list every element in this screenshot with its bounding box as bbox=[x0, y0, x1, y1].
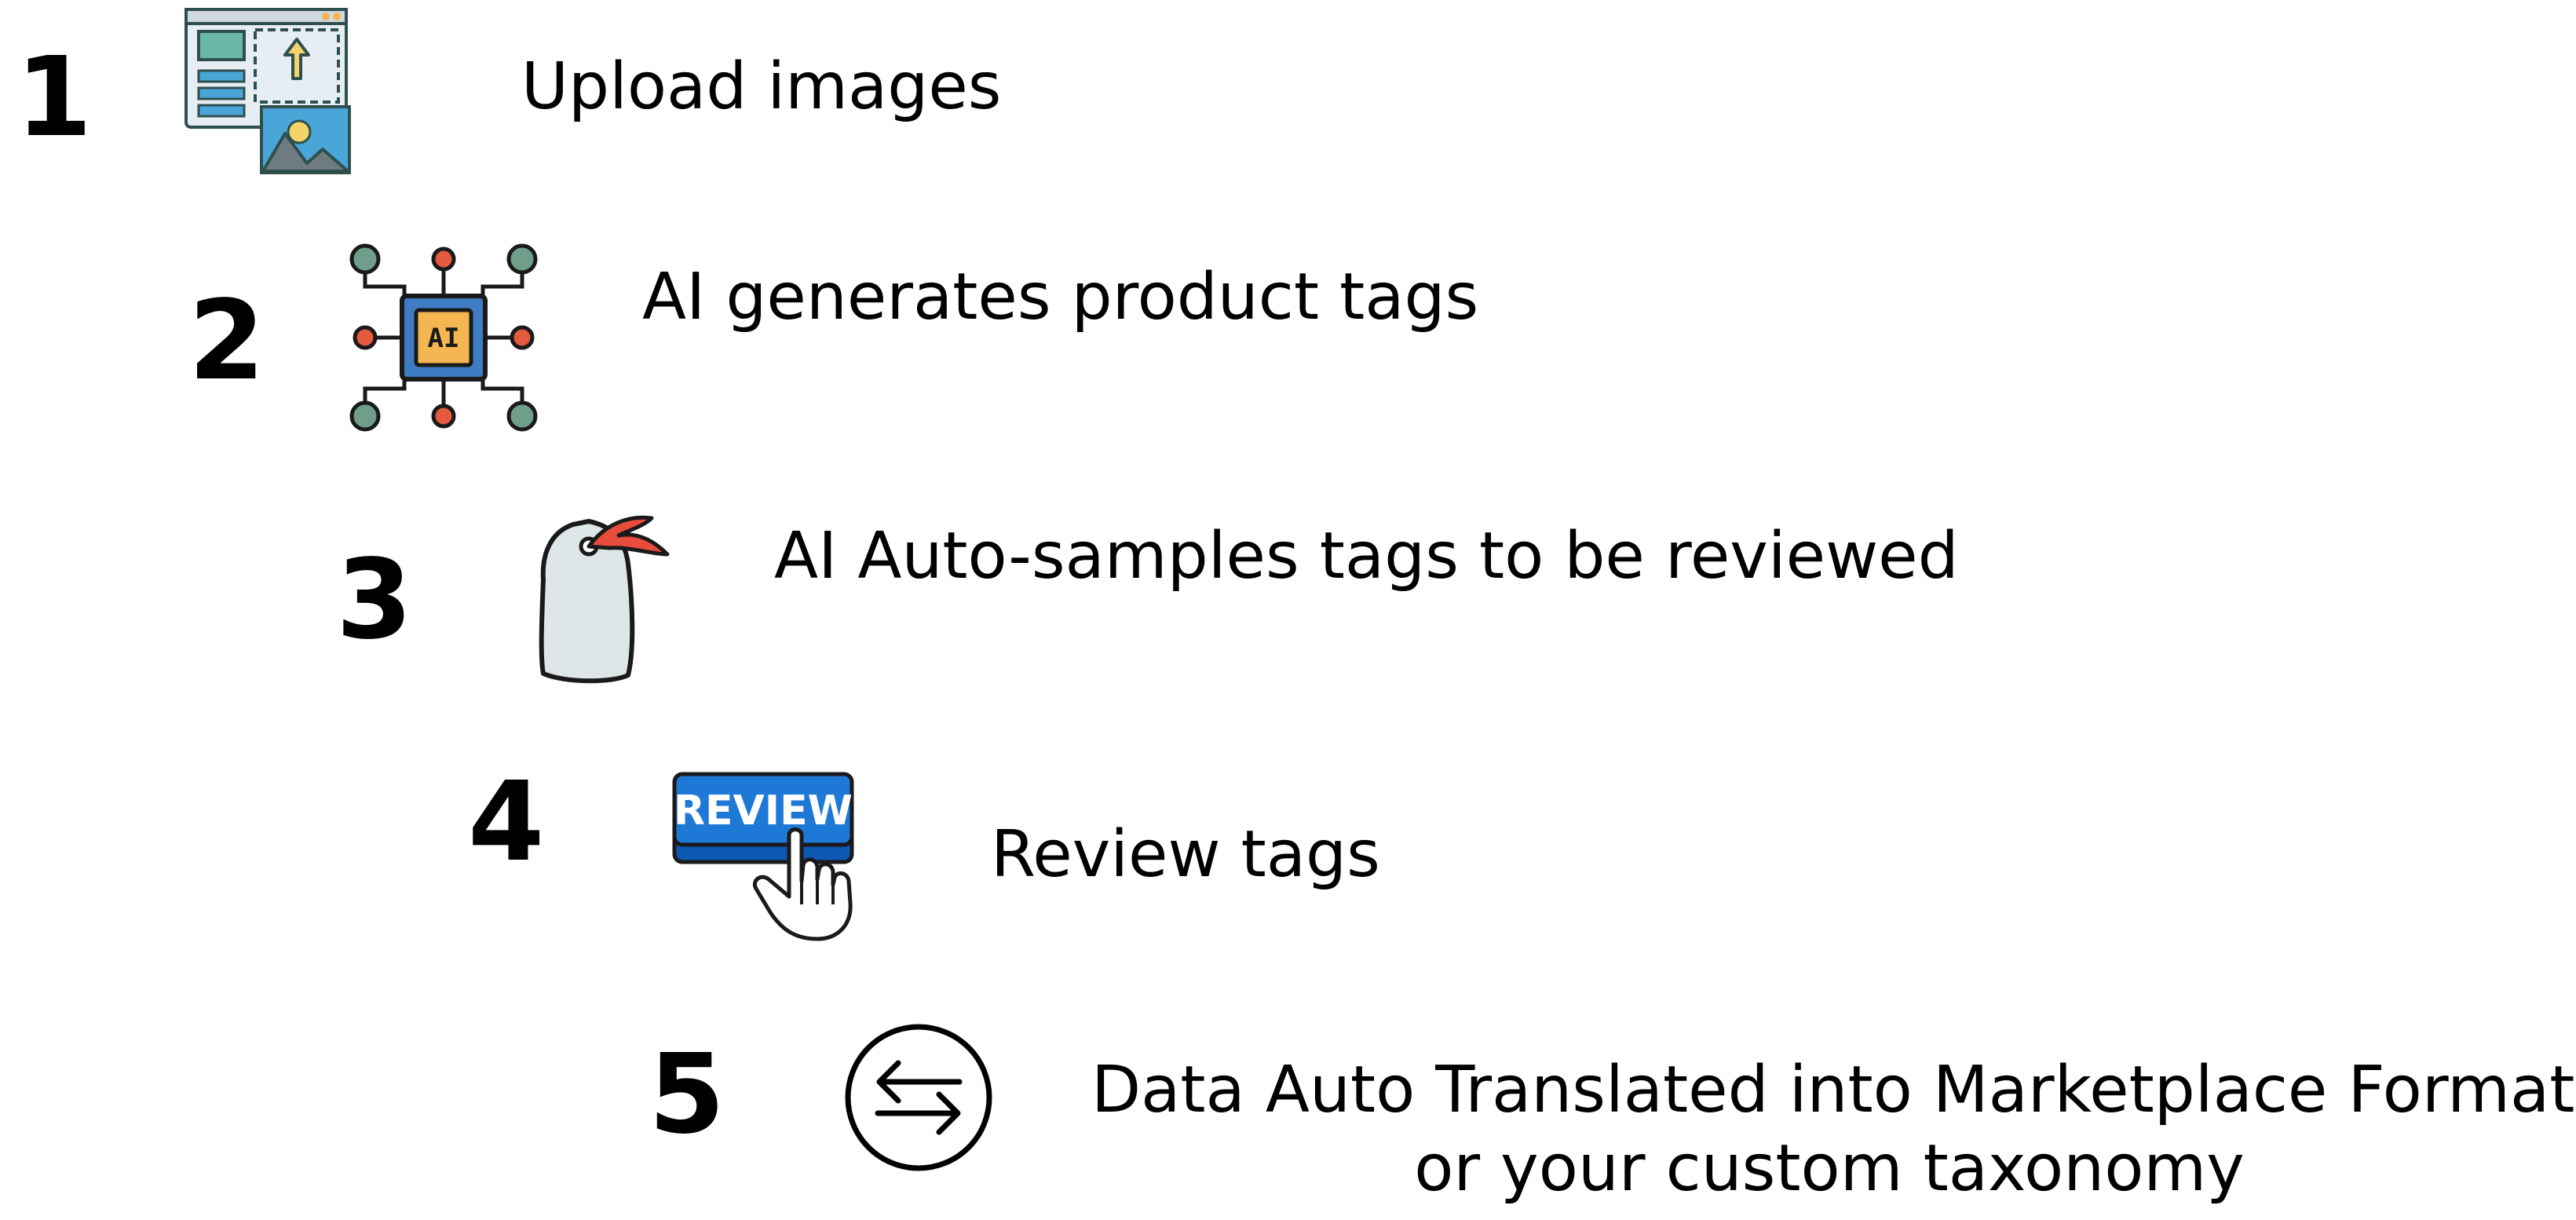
step-number: 4 bbox=[468, 758, 545, 886]
transfer-arrows-icon bbox=[845, 1024, 992, 1171]
price-tag-icon bbox=[539, 515, 670, 684]
step-label-line-1: Data Auto Translated into Marketplace Fo… bbox=[1091, 1053, 2575, 1127]
step-label: AI generates product tags bbox=[642, 260, 1479, 334]
step-label: AI Auto-samples tags to be reviewed bbox=[774, 519, 1959, 594]
step-label-line-2: or your custom taxonomy bbox=[1414, 1131, 2245, 1207]
step-5: 5 Data Auto Translated into Marketplace … bbox=[0, 0, 2576, 1206]
step-label: Review tags bbox=[991, 817, 1380, 892]
step-label: Data Auto Translated into Marketplace Fo… bbox=[1091, 1052, 2575, 1208]
review-button-icon: REVIEW bbox=[672, 772, 854, 941]
chip-label: AI bbox=[428, 323, 460, 354]
step-number: 5 bbox=[649, 1031, 725, 1159]
step-number: 3 bbox=[336, 536, 413, 664]
review-button-text: REVIEW bbox=[674, 787, 853, 835]
step-number: 2 bbox=[188, 277, 265, 405]
ai-chip-icon: AI bbox=[349, 243, 538, 432]
